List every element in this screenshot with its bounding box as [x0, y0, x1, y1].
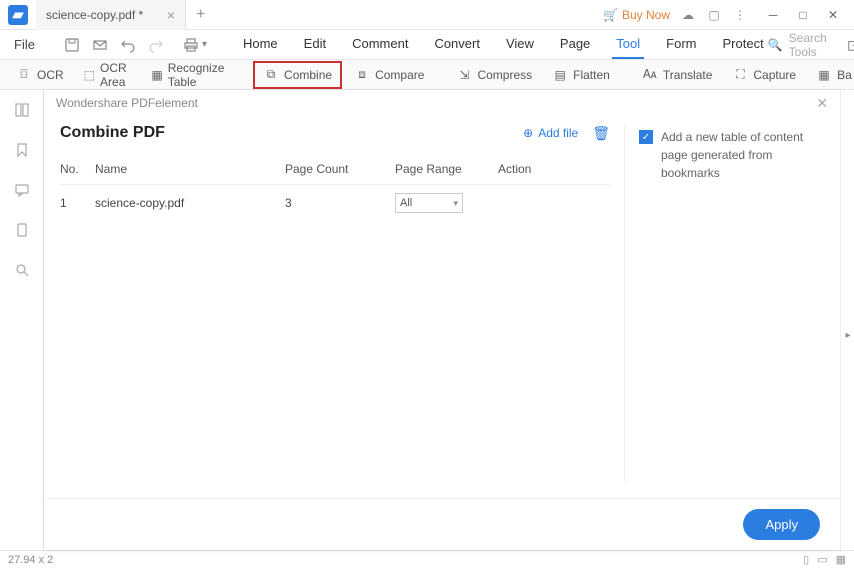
buy-now-button[interactable]: 🛒 Buy Now — [603, 8, 670, 22]
panel-header: Wondershare PDFelement ✕ — [44, 90, 840, 116]
share-icon[interactable] — [845, 36, 854, 54]
cloud-icon[interactable]: ☁ — [680, 7, 696, 23]
more-icon[interactable]: ⋮ — [732, 7, 748, 23]
col-pagecount: Page Count — [285, 162, 395, 176]
compare-button[interactable]: ⧈ Compare — [346, 63, 432, 87]
tab-home[interactable]: Home — [239, 30, 282, 59]
compare-icon: ⧈ — [354, 67, 370, 83]
statusbar: 27.94 x 2 ▯ ▭ ▦ — [0, 550, 854, 568]
compress-button[interactable]: ⇲ Compress — [448, 63, 540, 87]
table-icon: ▦ — [151, 67, 162, 83]
titlebar: ▰ science-copy.pdf * × + 🛒 Buy Now ☁ ▢ ⋮… — [0, 0, 854, 30]
panel-header-title: Wondershare PDFelement — [56, 96, 198, 110]
toolbar: ⌼ OCR ⬚ OCR Area ▦ Recognize Table ⧉ Com… — [0, 60, 854, 90]
tab-convert[interactable]: Convert — [430, 30, 484, 59]
document-tab[interactable]: science-copy.pdf * × — [36, 0, 186, 30]
delete-button[interactable]: 🗑 — [592, 125, 610, 142]
page-range-select[interactable]: All ▾ — [395, 193, 463, 213]
capture-icon: ⛶ — [732, 67, 748, 83]
table-row[interactable]: 1 science-copy.pdf 3 All ▾ — [60, 185, 610, 221]
search-sidebar-icon[interactable] — [12, 260, 32, 280]
undo-icon[interactable] — [119, 36, 137, 54]
close-button[interactable]: ✕ — [818, 0, 848, 30]
maximize-button[interactable]: □ — [788, 0, 818, 30]
plus-icon: ⊕ — [523, 126, 533, 140]
tab-add-button[interactable]: + — [186, 6, 215, 24]
right-scrollbar-edge: ▸ — [840, 90, 854, 550]
menubar: File ▾ Home Edit Comment Convert View Pa… — [0, 30, 854, 60]
cell-name: science-copy.pdf — [95, 196, 285, 210]
ocr-icon: ⌼ — [16, 67, 32, 83]
apply-button[interactable]: Apply — [743, 509, 820, 540]
search-tools[interactable]: 🔍 Search Tools — [768, 31, 837, 59]
tab-close-icon[interactable]: × — [167, 7, 175, 23]
view-mode-grid-icon[interactable]: ▦ — [836, 553, 846, 566]
combine-button[interactable]: ⧉ Combine — [253, 61, 342, 89]
flatten-button[interactable]: ▤ Flatten — [544, 63, 618, 87]
capture-button[interactable]: ⛶ Capture — [724, 63, 804, 87]
notification-icon[interactable]: ▢ — [706, 7, 722, 23]
save-icon[interactable] — [63, 36, 81, 54]
combine-panel: Wondershare PDFelement ✕ Combine PDF ⊕ A… — [44, 90, 840, 550]
redo-icon[interactable] — [147, 36, 165, 54]
ocr-area-button[interactable]: ⬚ OCR Area — [76, 57, 140, 93]
table-header: No. Name Page Count Page Range Action — [60, 154, 610, 185]
mail-icon[interactable] — [91, 36, 109, 54]
cell-pagecount: 3 — [285, 196, 395, 210]
combine-icon: ⧉ — [263, 67, 279, 83]
tab-title: science-copy.pdf * — [46, 8, 143, 22]
flatten-icon: ▤ — [552, 67, 568, 83]
cell-no: 1 — [60, 196, 95, 210]
thumbnails-icon[interactable] — [12, 100, 32, 120]
tab-tool[interactable]: Tool — [612, 30, 644, 59]
col-name: Name — [95, 162, 285, 176]
view-mode-single-icon[interactable]: ▯ — [803, 553, 809, 566]
tab-edit[interactable]: Edit — [300, 30, 330, 59]
left-sidebar — [0, 90, 44, 550]
panel-title: Combine PDF — [60, 124, 165, 142]
toc-checkbox-label: Add a new table of content page generate… — [661, 128, 824, 182]
compress-icon: ⇲ — [456, 67, 472, 83]
panel-close-button[interactable]: ✕ — [816, 95, 828, 112]
tab-view[interactable]: View — [502, 30, 538, 59]
tab-comment[interactable]: Comment — [348, 30, 412, 59]
batch-button[interactable]: ▦ Ba — [808, 63, 854, 87]
translate-icon: 🗛 — [642, 67, 658, 83]
ocr-button[interactable]: ⌼ OCR — [8, 63, 72, 87]
add-file-button[interactable]: ⊕ Add file — [523, 126, 578, 140]
batch-icon: ▦ — [816, 67, 832, 83]
tab-page[interactable]: Page — [556, 30, 594, 59]
ocr-area-icon: ⬚ — [84, 67, 95, 83]
chevron-down-icon: ▾ — [453, 198, 458, 209]
bookmark-icon[interactable] — [12, 140, 32, 160]
cart-icon: 🛒 — [603, 8, 618, 22]
tab-protect[interactable]: Protect — [719, 30, 768, 59]
col-no: No. — [60, 162, 95, 176]
col-action: Action — [498, 162, 568, 176]
attachment-icon[interactable] — [12, 220, 32, 240]
recognize-table-button[interactable]: ▦ Recognize Table — [143, 57, 237, 93]
toc-checkbox[interactable]: ✓ — [639, 130, 653, 144]
col-pagerange: Page Range — [395, 162, 498, 176]
panel-side: ✓ Add a new table of content page genera… — [624, 124, 824, 482]
print-icon[interactable] — [183, 36, 199, 54]
tab-form[interactable]: Form — [662, 30, 700, 59]
menu-tabs: Home Edit Comment Convert View Page Tool… — [239, 30, 768, 59]
search-icon: 🔍 — [768, 38, 783, 52]
print-dropdown-icon[interactable]: ▾ — [202, 39, 207, 50]
file-menu[interactable]: File — [4, 37, 45, 52]
expand-arrow-icon[interactable]: ▸ — [842, 320, 854, 350]
app-icon: ▰ — [8, 5, 28, 25]
comment-icon[interactable] — [12, 180, 32, 200]
minimize-button[interactable]: ─ — [758, 0, 788, 30]
page-dimensions: 27.94 x 2 — [8, 554, 53, 566]
translate-button[interactable]: 🗛 Translate — [634, 63, 721, 87]
view-mode-continuous-icon[interactable]: ▭ — [817, 553, 827, 566]
